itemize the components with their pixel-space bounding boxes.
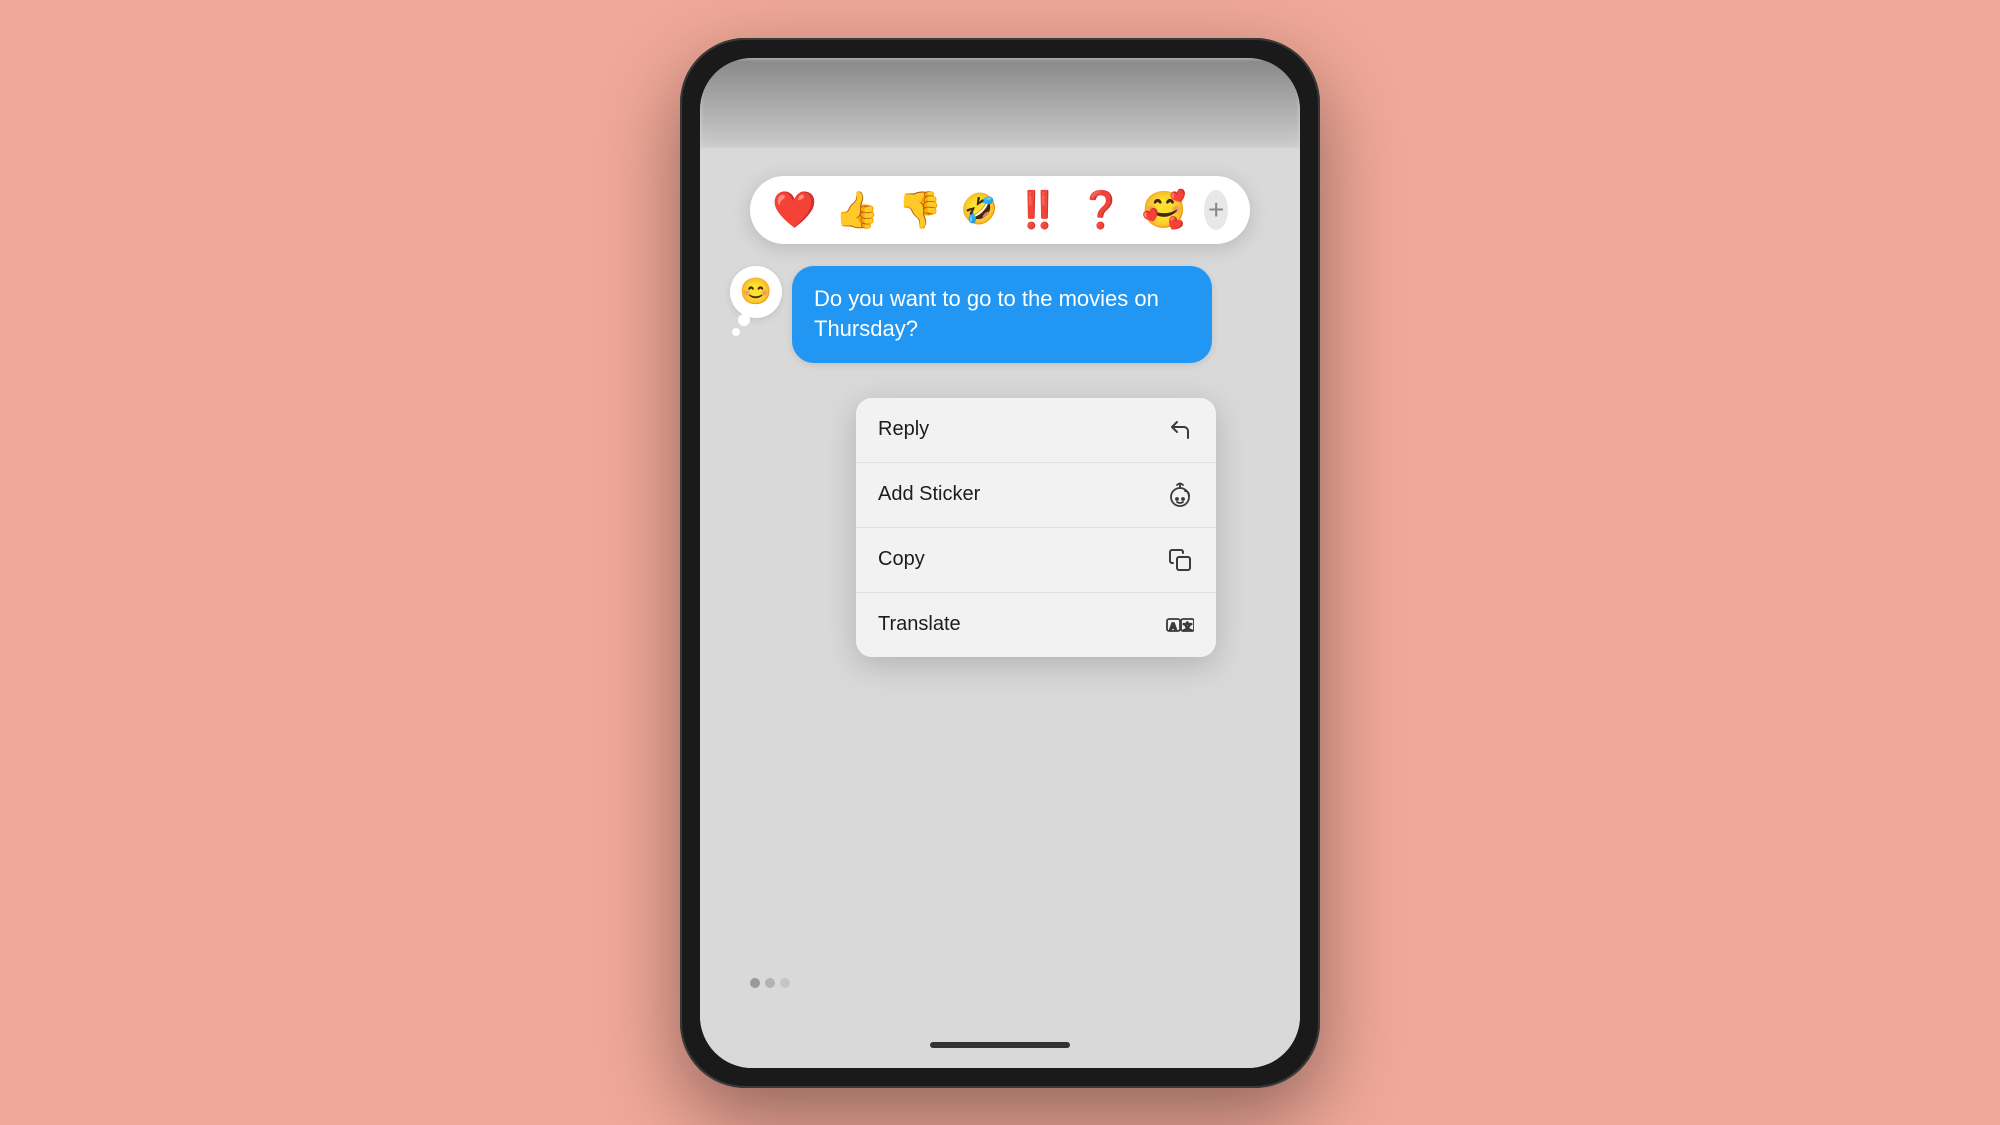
copy-menu-item[interactable]: Copy <box>856 528 1216 593</box>
translate-menu-item[interactable]: Translate A 文 <box>856 593 1216 657</box>
add-sticker-label: Add Sticker <box>878 483 980 506</box>
typing-dot-2 <box>765 978 775 988</box>
sticker-icon <box>1166 481 1194 509</box>
more-reactions[interactable]: + <box>1204 190 1228 230</box>
haha-reaction[interactable]: 🤣 <box>960 195 997 225</box>
message-area: 😊 Do you want to go to the movies on Thu… <box>730 266 1270 364</box>
add-sticker-menu-item[interactable]: Add Sticker <box>856 463 1216 528</box>
context-menu: Reply Add Sticker <box>856 398 1216 657</box>
message-bubble: Do you want to go to the movies on Thurs… <box>792 266 1212 364</box>
copy-label: Copy <box>878 548 925 571</box>
typing-dot-1 <box>750 978 760 988</box>
svg-text:A: A <box>1170 622 1177 633</box>
home-indicator[interactable] <box>930 1042 1070 1048</box>
reply-icon <box>1166 416 1194 444</box>
phone-frame: ❤️ 👍 👎 🤣 ‼️ ❓ 🥰 + 😊 Do you want to go to… <box>680 38 1320 1088</box>
typing-indicator <box>750 978 790 988</box>
emoji-reaction-bar: ❤️ 👍 👎 🤣 ‼️ ❓ 🥰 + <box>750 176 1250 244</box>
thumbs-down-reaction[interactable]: 👎 <box>898 192 943 228</box>
thumbs-up-reaction[interactable]: 👍 <box>835 192 880 228</box>
message-text: Do you want to go to the movies on Thurs… <box>814 286 1159 342</box>
svg-text:文: 文 <box>1183 621 1192 632</box>
phone-screen: ❤️ 👍 👎 🤣 ‼️ ❓ 🥰 + 😊 Do you want to go to… <box>700 58 1300 1068</box>
heart-reaction[interactable]: ❤️ <box>772 192 817 228</box>
copy-icon <box>1166 546 1194 574</box>
reply-label: Reply <box>878 418 929 441</box>
screen-top-blur <box>700 58 1300 148</box>
screen-content: ❤️ 👍 👎 🤣 ‼️ ❓ 🥰 + 😊 Do you want to go to… <box>700 148 1300 1068</box>
question-reaction[interactable]: ❓ <box>1079 192 1124 228</box>
translate-icon: A 文 <box>1166 611 1194 639</box>
exclamation-reaction[interactable]: ‼️ <box>1016 192 1061 228</box>
reply-menu-item[interactable]: Reply <box>856 398 1216 463</box>
hearts-face-reaction[interactable]: 🥰 <box>1142 192 1187 228</box>
translate-label: Translate <box>878 613 961 636</box>
reaction-bubble: 😊 <box>730 266 782 318</box>
reaction-emoji: 😊 <box>740 276 772 307</box>
typing-dot-3 <box>780 978 790 988</box>
